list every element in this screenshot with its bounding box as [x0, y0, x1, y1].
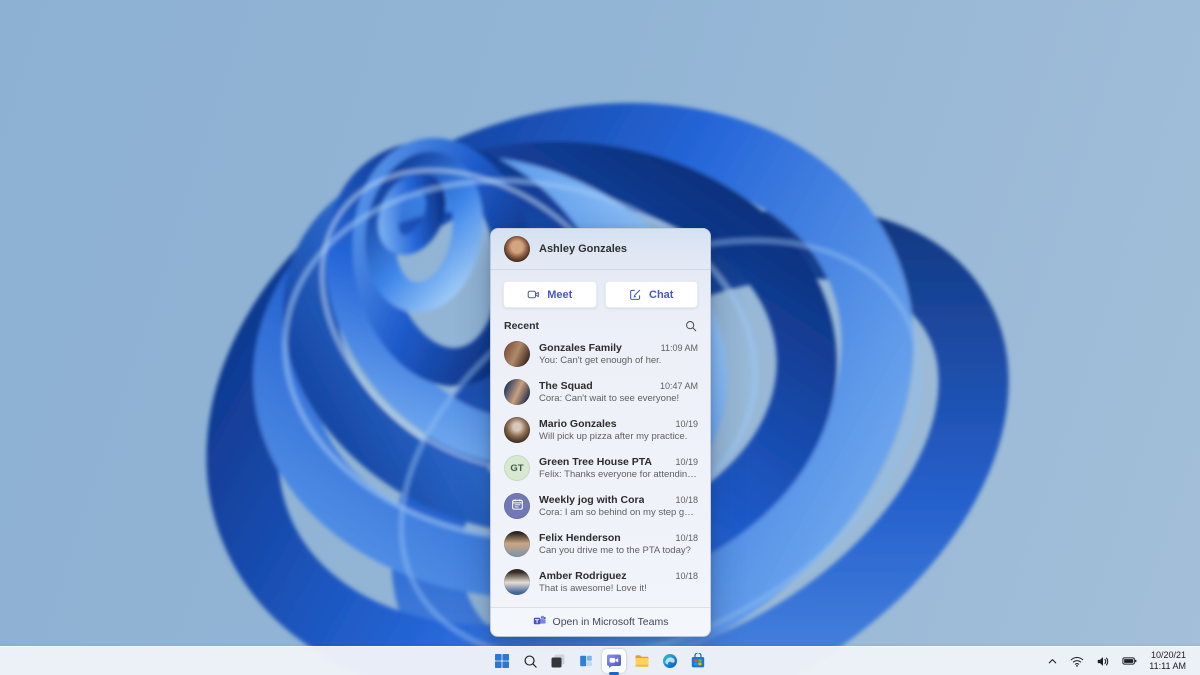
- calendar-avatar: [504, 493, 530, 519]
- taskbar-center-icons: [488, 647, 712, 675]
- conversation-time: 10/18: [675, 533, 698, 543]
- conversation-time: 10/19: [675, 457, 698, 467]
- store-icon: [691, 653, 705, 668]
- group-photo-avatar: [504, 379, 530, 405]
- user-name: Ashley Gonzales: [539, 243, 628, 255]
- person-photo-avatar: [504, 569, 530, 595]
- group-photo-avatar: [504, 341, 530, 367]
- show-hidden-icons-button[interactable]: [1041, 647, 1064, 675]
- volume-button[interactable]: [1090, 647, 1116, 675]
- initials-avatar: GT: [504, 455, 530, 481]
- windows-logo-icon: [495, 654, 509, 668]
- chat-flyout: Ashley Gonzales Meet Chat Recent Gonzale…: [490, 228, 711, 637]
- search-icon: [523, 654, 537, 668]
- clock[interactable]: 10/20/21 11:11 AM: [1143, 650, 1190, 672]
- edge-icon: [663, 654, 677, 668]
- conversation-preview: That is awesome! Love it!: [539, 583, 647, 594]
- conversation-preview: You: Can't get enough of her.: [539, 355, 662, 366]
- chat-button-label: Chat: [649, 288, 674, 301]
- avatar-initials: GT: [510, 462, 524, 474]
- conversation-time: 10/18: [675, 495, 698, 505]
- conversation-name: Gonzales Family: [539, 342, 622, 354]
- teams-icon: [533, 614, 546, 630]
- system-tray: 10/20/21 11:11 AM: [1041, 647, 1200, 675]
- conversation-item[interactable]: Weekly jog with Cora 10/18 Cora: I am so…: [491, 487, 710, 525]
- wifi-button[interactable]: [1064, 647, 1090, 675]
- conversation-time: 10:47 AM: [659, 381, 698, 391]
- start-button[interactable]: [488, 647, 516, 675]
- task-view-button[interactable]: [544, 647, 572, 675]
- active-app-indicator: [609, 672, 619, 675]
- compose-icon: [629, 288, 642, 301]
- conversation-preview: Cora: Can't wait to see everyone!: [539, 393, 680, 404]
- battery-icon: [1122, 657, 1137, 665]
- battery-button[interactable]: [1116, 647, 1143, 675]
- open-in-teams-button[interactable]: Open in Microsoft Teams: [491, 607, 710, 636]
- chat-taskbar-button[interactable]: [600, 647, 628, 675]
- conversation-item[interactable]: Felix Henderson 10/18 Can you drive me t…: [491, 525, 710, 563]
- widgets-icon: [579, 654, 593, 668]
- recent-row: Recent: [491, 315, 710, 335]
- video-camera-icon: [527, 288, 540, 301]
- speaker-icon: [1098, 656, 1109, 666]
- conversation-item[interactable]: Gonzales Family 11:09 AM You: Can't get …: [491, 335, 710, 373]
- conversation-name: Green Tree House PTA: [539, 456, 653, 468]
- chat-flyout-header: Ashley Gonzales: [491, 229, 710, 270]
- chat-button[interactable]: Chat: [604, 281, 698, 308]
- widgets-button[interactable]: [572, 647, 600, 675]
- person-photo-avatar: [504, 531, 530, 557]
- task-view-icon: [551, 654, 565, 668]
- action-buttons-row: Meet Chat: [491, 270, 710, 315]
- meet-button[interactable]: Meet: [503, 281, 597, 308]
- chevron-up-icon: [1049, 658, 1057, 663]
- folder-icon: [635, 655, 649, 667]
- conversation-name: Weekly jog with Cora: [539, 494, 645, 506]
- conversation-time: 11:09 AM: [660, 343, 698, 353]
- tray-date: 10/20/21: [1150, 650, 1186, 660]
- open-in-teams-label: Open in Microsoft Teams: [552, 616, 669, 628]
- conversation-name: Amber Rodriguez: [539, 570, 627, 582]
- meet-button-label: Meet: [547, 288, 573, 301]
- conversation-time: 10/19: [675, 419, 698, 429]
- tray-time: 11:11 AM: [1149, 661, 1186, 671]
- person-photo-avatar: [504, 417, 530, 443]
- user-avatar[interactable]: [504, 236, 530, 262]
- desktop: { "chat_flyout": { "header": { "user_nam…: [0, 0, 1200, 675]
- calendar-icon: [511, 498, 524, 514]
- wifi-icon: [1071, 656, 1084, 667]
- search-icon[interactable]: [685, 320, 697, 332]
- conversation-preview: Cora: I am so behind on my step goals.: [539, 507, 698, 518]
- conversation-item[interactable]: Mario Gonzales 10/19 Will pick up pizza …: [491, 411, 710, 449]
- conversation-preview: Will pick up pizza after my practice.: [539, 431, 688, 442]
- conversation-preview: Can you drive me to the PTA today?: [539, 545, 691, 556]
- file-explorer-button[interactable]: [628, 647, 656, 675]
- edge-button[interactable]: [656, 647, 684, 675]
- conversation-list: Gonzales Family 11:09 AM You: Can't get …: [491, 335, 710, 601]
- conversation-preview: Felix: Thanks everyone for attending tod…: [539, 469, 698, 480]
- conversation-time: 10/18: [675, 571, 698, 581]
- conversation-name: Mario Gonzales: [539, 418, 617, 430]
- conversation-item[interactable]: The Squad 10:47 AM Cora: Can't wait to s…: [491, 373, 710, 411]
- chat-icon: [607, 654, 621, 668]
- recent-label: Recent: [504, 320, 540, 332]
- conversation-item[interactable]: GT Green Tree House PTA 10/19 Felix: Tha…: [491, 449, 710, 487]
- conversation-name: The Squad: [539, 380, 593, 392]
- conversation-item[interactable]: Amber Rodriguez 10/18 That is awesome! L…: [491, 563, 710, 601]
- search-button[interactable]: [516, 647, 544, 675]
- taskbar: 10/20/21 11:11 AM: [0, 646, 1200, 675]
- conversation-name: Felix Henderson: [539, 532, 621, 544]
- store-button[interactable]: [684, 647, 712, 675]
